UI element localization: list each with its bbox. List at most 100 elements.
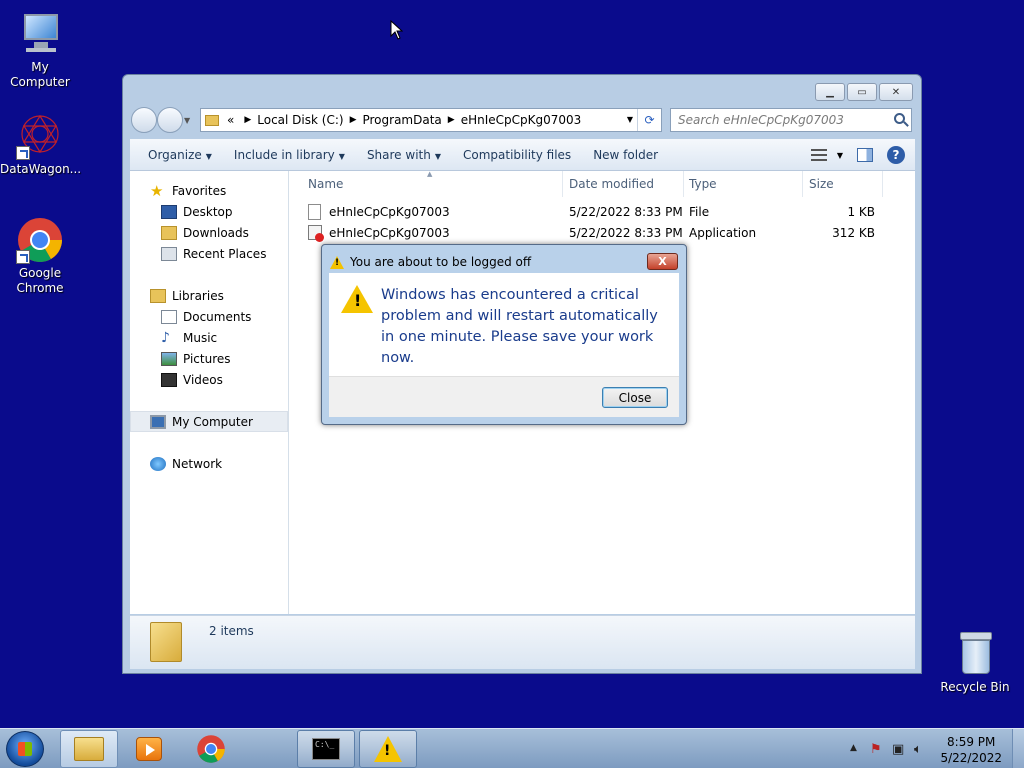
help-icon[interactable]: ? [887, 146, 905, 164]
view-details-icon [810, 149, 827, 161]
nav-recent-places[interactable]: Recent Places [130, 243, 288, 264]
action-center-flag-icon[interactable]: ⚑ [870, 742, 882, 757]
logoff-dialog: ! You are about to be logged off X ! Win… [321, 244, 687, 425]
taskbar-cmd-button[interactable]: C:\_ [297, 730, 355, 768]
breadcrumb-local-disk[interactable]: Local Disk (C:) [257, 113, 343, 127]
file-type: Application [689, 226, 757, 240]
volume-icon[interactable]: 🔈︎ [914, 742, 922, 757]
nav-my-computer-label: My Computer [172, 414, 253, 429]
navigation-pane: ★ Favorites Desktop Downloads Recent Pla… [130, 171, 289, 614]
search-icon[interactable] [894, 113, 905, 124]
file-row[interactable]: eHnIeCpCpKg07003 5/22/2022 8:33 PM File … [290, 202, 915, 223]
media-player-icon [136, 737, 162, 761]
recycle-bin-icon [951, 630, 999, 678]
recent-places-icon [161, 246, 177, 261]
column-divider[interactable] [882, 171, 883, 197]
breadcrumb-programdata[interactable]: ProgramData [362, 113, 441, 127]
nav-desktop[interactable]: Desktop [130, 201, 288, 222]
chevron-down-icon: ▼ [338, 151, 345, 161]
application-icon [308, 225, 324, 242]
chevron-right-icon: ▶ [244, 115, 252, 125]
organize-button[interactable]: Organize ▼ [130, 148, 223, 162]
toolbar-right-group: ▼ ? [810, 146, 905, 164]
taskbar: C:\_ ! ▲ ⚑ ▣ 🔈︎ 8:59 PM 5/22/2022 [0, 728, 1024, 768]
nav-network[interactable]: Network [130, 453, 288, 474]
share-with-button[interactable]: Share with ▼ [356, 148, 452, 162]
clock-date: 5/22/2022 [940, 751, 1002, 765]
taskbar-chrome-button[interactable] [182, 730, 240, 768]
file-row[interactable]: eHnIeCpCpKg07003 5/22/2022 8:33 PM Appli… [290, 223, 915, 244]
network-status-icon[interactable]: ▣ [892, 742, 904, 757]
libraries-icon [150, 288, 166, 303]
chevron-down-icon: ▼ [205, 151, 212, 161]
taskbar-media-player-button[interactable] [120, 730, 178, 768]
window-close-button[interactable]: ✕ [879, 83, 913, 101]
column-header-name[interactable]: Name [308, 177, 343, 191]
show-desktop-button[interactable] [1012, 729, 1024, 768]
chevron-right-icon[interactable]: ▶ [350, 115, 357, 125]
nav-documents[interactable]: Documents [130, 306, 288, 327]
desktop-icon-label: DataWagon... [0, 162, 82, 176]
taskbar-explorer-button[interactable] [60, 730, 118, 768]
nav-libraries[interactable]: Libraries [130, 285, 288, 306]
recent-pages-chevron-down-icon[interactable]: ▼ [184, 116, 194, 125]
forward-button[interactable] [157, 107, 183, 133]
maximize-button[interactable]: ▭ [847, 83, 877, 101]
column-divider[interactable] [683, 171, 684, 197]
nav-videos[interactable]: Videos [130, 369, 288, 390]
column-divider[interactable] [802, 171, 803, 197]
start-button[interactable] [6, 731, 44, 767]
nav-desktop-label: Desktop [183, 204, 233, 219]
desktop-icon-recycle-bin[interactable]: Recycle Bin [935, 630, 1015, 695]
computer-icon [150, 414, 166, 429]
address-overflow[interactable]: « [227, 113, 234, 127]
share-with-label: Share with [366, 147, 431, 162]
dialog-title: You are about to be logged off [350, 255, 532, 269]
refresh-icon[interactable]: ⟳ [637, 109, 661, 131]
column-header-date-modified[interactable]: Date modified [569, 177, 654, 191]
nav-favorites[interactable]: ★ Favorites [130, 180, 288, 201]
folder-icon [74, 737, 104, 761]
clock[interactable]: 8:59 PM 5/22/2022 [940, 734, 1002, 766]
preview-pane-icon[interactable] [857, 148, 873, 162]
column-header-size[interactable]: Size [809, 177, 834, 191]
chrome-icon [16, 216, 64, 264]
warning-mark: ! [354, 291, 362, 310]
address-dropdown-chevron-down-icon[interactable]: ▼ [627, 115, 633, 124]
address-bar[interactable]: « ▶ Local Disk (C:) ▶ ProgramData ▶ eHnI… [200, 108, 662, 132]
nav-favorites-label: Favorites [172, 183, 227, 198]
column-header-type[interactable]: Type [689, 177, 717, 191]
search-input[interactable]: Search eHnIeCpCpKg07003 [670, 108, 912, 132]
change-view-button[interactable]: ▼ [810, 149, 843, 161]
show-hidden-icons-chevron-up-icon[interactable]: ▲ [850, 743, 857, 753]
desktop-icon-my-computer[interactable]: My Computer [0, 10, 80, 90]
nav-music[interactable]: ♪ Music [130, 327, 288, 348]
breadcrumb-current-folder[interactable]: eHnIeCpCpKg07003 [461, 113, 582, 127]
nav-network-label: Network [172, 456, 223, 471]
warning-icon: ! [330, 255, 344, 269]
taskbar-warning-button[interactable]: ! [359, 730, 417, 768]
desktop-icon-datawagon[interactable]: DataWagon... [0, 112, 82, 177]
new-folder-button[interactable]: New folder [582, 148, 669, 162]
nav-pictures[interactable]: Pictures [130, 348, 288, 369]
organize-label: Organize [148, 147, 202, 162]
compatibility-files-button[interactable]: Compatibility files [452, 148, 582, 162]
column-divider[interactable] [562, 171, 563, 197]
chrome-icon [197, 735, 225, 763]
minimize-button[interactable]: ▁ [815, 83, 845, 101]
desktop-icon-google-chrome[interactable]: Google Chrome [0, 216, 80, 296]
nav-pictures-label: Pictures [183, 351, 231, 366]
file-size: 1 KB [847, 205, 875, 219]
close-button[interactable]: Close [602, 387, 668, 408]
nav-my-computer[interactable]: My Computer [130, 411, 288, 432]
chevron-down-icon: ▼ [434, 151, 441, 161]
item-count: 2 items [209, 624, 254, 638]
nav-downloads[interactable]: Downloads [130, 222, 288, 243]
folder-icon [150, 622, 182, 662]
back-button[interactable] [131, 107, 157, 133]
details-pane: 2 items [130, 615, 915, 669]
dialog-close-icon[interactable]: X [647, 253, 678, 270]
include-in-library-button[interactable]: Include in library ▼ [223, 148, 356, 162]
chevron-right-icon[interactable]: ▶ [448, 115, 455, 125]
sort-ascending-icon: ▲ [427, 170, 433, 178]
